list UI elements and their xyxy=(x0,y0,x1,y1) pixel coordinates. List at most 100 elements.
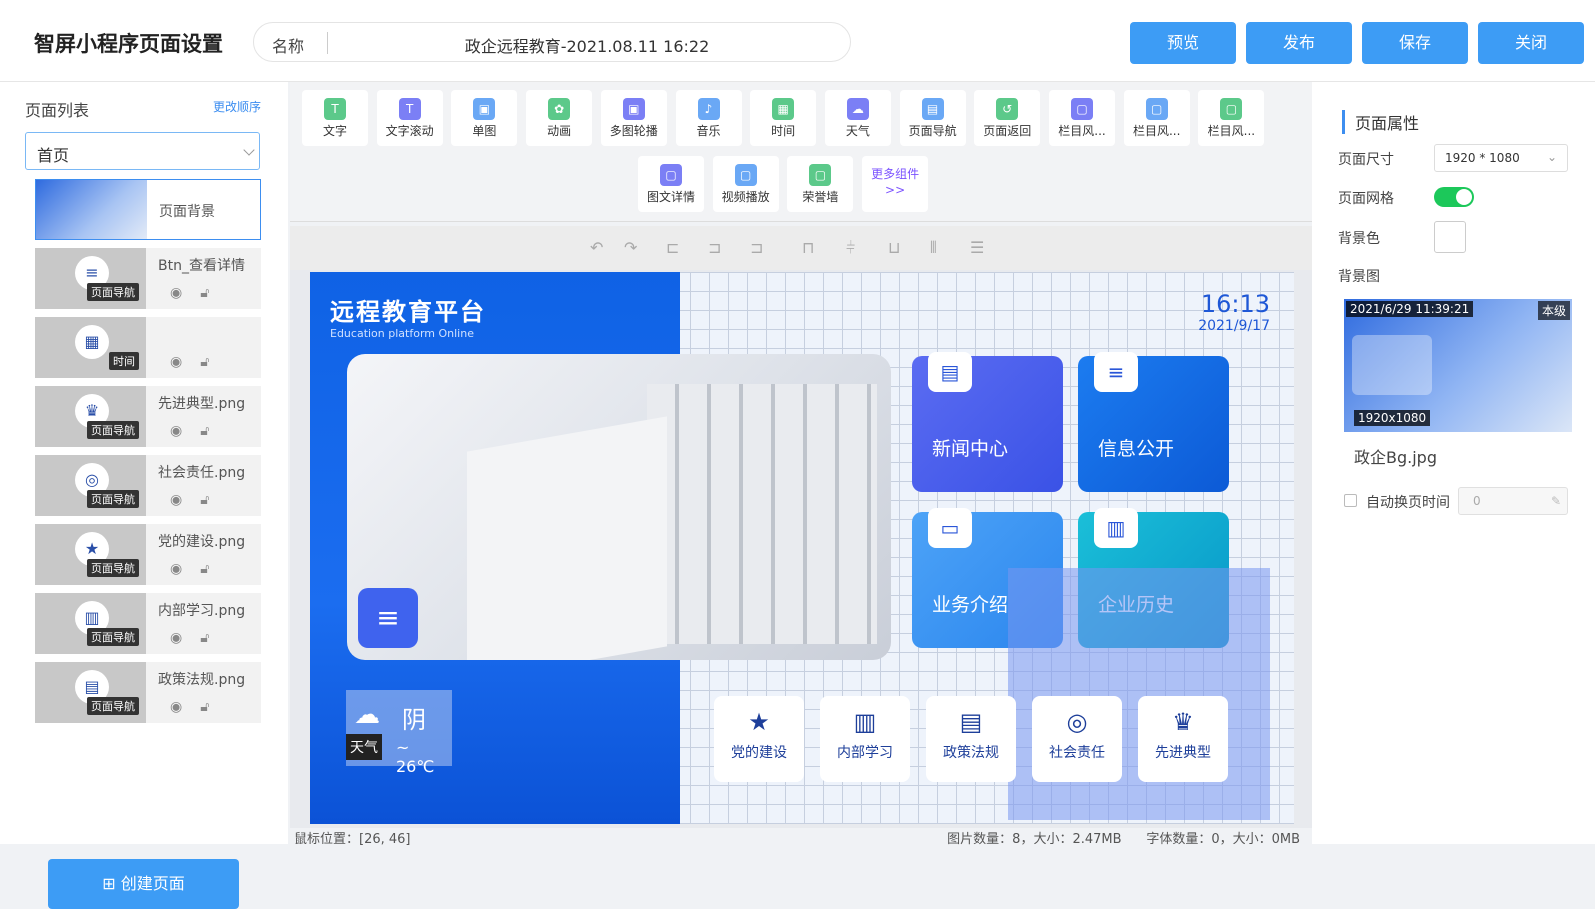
nav-item-label: 社会责任 xyxy=(1049,745,1105,761)
chevron-down-icon xyxy=(243,144,255,156)
layer-item[interactable]: 页面背景 xyxy=(35,179,261,240)
component-11[interactable]: ▢ 栏目风... xyxy=(1123,90,1190,146)
page-properties-panel: 页面属性 页面尺寸 1920 * 1080 ⌄ 页面网格 背景色 背景图 2021… xyxy=(1312,82,1595,844)
component-icon: ↺ xyxy=(996,98,1019,120)
undo-icon[interactable]: ↶ xyxy=(590,238,603,257)
component-2[interactable]: ▣ 单图 xyxy=(451,90,518,146)
time-text: 16:13 xyxy=(1200,290,1270,318)
component-12[interactable]: ▢ 栏目风... xyxy=(1198,90,1265,146)
align-top-icon[interactable]: ⊓ xyxy=(802,238,814,257)
component-15[interactable]: ▢ 荣誉墙 xyxy=(787,156,854,212)
grid-toggle[interactable] xyxy=(1434,187,1474,207)
layer-item[interactable]: ▦ 时间 ◉ 🔓︎ xyxy=(35,317,261,378)
bottom-nav-item[interactable]: ▤ 政策法规 xyxy=(926,696,1016,782)
component-14[interactable]: ▢ 视频播放 xyxy=(712,156,779,212)
details-button-icon[interactable]: ≡ xyxy=(358,588,418,648)
component-16[interactable]: 更多组件>> xyxy=(862,156,929,212)
layer-item[interactable]: ♛ 页面导航 先进典型.png ◉ 🔓︎ xyxy=(35,386,261,447)
lock-icon[interactable]: 🔓︎ xyxy=(200,561,209,577)
component-3[interactable]: ✿ 动画 xyxy=(526,90,593,146)
component-13[interactable]: ▢ 图文详情 xyxy=(638,156,704,212)
bgimage-label: 背景图 xyxy=(1338,269,1380,285)
layer-item[interactable]: ▤ 页面导航 政策法规.png ◉ 🔓︎ xyxy=(35,662,261,723)
page-name-field[interactable]: 名称 政企远程教育-2021.08.11 16:22 xyxy=(253,22,851,62)
component-icon: T xyxy=(324,98,346,120)
grid-label: 页面网格 xyxy=(1338,191,1394,207)
distribute-h-icon[interactable]: ⫴ xyxy=(930,238,937,258)
temp-text: ~ 26℃ xyxy=(396,738,435,776)
component-5[interactable]: ♪ 音乐 xyxy=(675,90,742,146)
tile-icon: ≡ xyxy=(1094,352,1138,392)
lock-icon[interactable]: 🔓︎ xyxy=(200,699,209,715)
component-1[interactable]: T 文字滚动 xyxy=(376,90,443,146)
nav-tile[interactable]: ▤ 新闻中心 xyxy=(912,352,1063,492)
component-7[interactable]: ☁ 天气 xyxy=(824,90,891,146)
reorder-link[interactable]: 更改顺序 xyxy=(213,98,261,115)
lock-icon[interactable]: 🔓︎ xyxy=(200,492,209,508)
bottom-nav-item[interactable]: ♛ 先进典型 xyxy=(1138,696,1228,782)
bottom-nav-item[interactable]: ★ 党的建设 xyxy=(714,696,804,782)
bottom-nav-item[interactable]: ▥ 内部学习 xyxy=(820,696,910,782)
nav-item-label: 内部学习 xyxy=(837,745,893,761)
eye-icon[interactable]: ◉ xyxy=(170,699,182,715)
distribute-v-icon[interactable]: ☰ xyxy=(970,238,984,257)
component-label: 更多组件>> xyxy=(871,167,920,197)
page-name-input[interactable]: 政企远程教育-2021.08.11 16:22 xyxy=(344,33,830,57)
page-select[interactable]: 首页 xyxy=(25,132,260,170)
mouse-position: 鼠标位置：[26, 46] xyxy=(294,832,411,847)
publish-button[interactable]: 发布 xyxy=(1246,22,1352,64)
eye-icon[interactable]: ◉ xyxy=(170,285,182,301)
layer-item[interactable]: ≡ 页面导航 Btn_查看详情 ◉ 🔓︎ xyxy=(35,248,261,309)
nav-tile[interactable]: ≡ 信息公开 xyxy=(1078,352,1229,492)
lock-icon[interactable]: 🔓︎ xyxy=(200,630,209,646)
component-label: 荣誉墙 xyxy=(802,190,839,204)
page-size-select[interactable]: 1920 * 1080 ⌄ xyxy=(1434,144,1568,172)
component-9[interactable]: ↺ 页面返回 xyxy=(974,90,1041,146)
eye-icon[interactable]: ◉ xyxy=(170,492,182,508)
component-icon: T xyxy=(398,98,421,120)
align-bottom-icon[interactable]: ⊔ xyxy=(888,238,900,257)
component-6[interactable]: ▦ 时间 xyxy=(750,90,817,146)
redo-icon[interactable]: ↷ xyxy=(624,238,637,257)
component-label: 栏目风... xyxy=(1207,124,1256,138)
bgcolor-picker[interactable] xyxy=(1434,221,1466,253)
bottom-nav-item[interactable]: ◎ 社会责任 xyxy=(1032,696,1122,782)
align-left-icon[interactable]: ⊏ xyxy=(666,238,679,257)
create-page-button[interactable]: ⊞ 创建页面 xyxy=(48,859,239,909)
lock-icon[interactable]: 🔓︎ xyxy=(200,354,209,370)
layer-type-tag: 页面导航 xyxy=(87,490,139,508)
align-middle-icon[interactable]: ⫩ xyxy=(846,238,855,258)
align-center-icon[interactable]: ⊐ xyxy=(708,238,721,257)
component-0[interactable]: T 文字 xyxy=(302,90,368,146)
chevron-down-icon: ⌄ xyxy=(1546,150,1557,164)
layer-item[interactable]: ▥ 页面导航 内部学习.png ◉ 🔓︎ xyxy=(35,593,261,654)
eye-icon[interactable]: ◉ xyxy=(170,561,182,577)
component-4[interactable]: ▣ 多图轮播 xyxy=(600,90,667,146)
eye-icon[interactable]: ◉ xyxy=(170,354,182,370)
component-10[interactable]: ▢ 栏目风... xyxy=(1049,90,1115,146)
layer-item[interactable]: ◎ 页面导航 社会责任.png ◉ 🔓︎ xyxy=(35,455,261,516)
eye-icon[interactable]: ◉ xyxy=(170,423,182,439)
design-canvas[interactable]: 远程教育平台 Education platform Online 16:13 2… xyxy=(310,272,1294,824)
close-button[interactable]: 关闭 xyxy=(1478,22,1584,64)
component-icon: ▢ xyxy=(1145,98,1168,120)
nav-item-icon: ♛ xyxy=(1172,708,1194,736)
time-widget[interactable]: 16:13 2021/9/17 xyxy=(1150,290,1270,334)
lock-icon[interactable]: 🔓︎ xyxy=(200,285,209,301)
component-icon: ▤ xyxy=(921,98,944,120)
component-label: 页面导航 xyxy=(908,124,957,138)
align-right-icon[interactable]: ⊐ xyxy=(750,238,763,257)
weather-widget[interactable]: ☁ 阴 ~ 26℃ 天气 xyxy=(346,690,452,776)
save-button[interactable]: 保存 xyxy=(1362,22,1468,64)
page-list-sidebar: 页面列表 更改顺序 首页 页面背景 ≡ 页面导航 Btn_查看详情 ◉ 🔓︎ ▦ 时间 ◉ 🔓︎ ♛… xyxy=(0,82,288,909)
layer-item[interactable]: ★ 页面导航 党的建设.png ◉ 🔓︎ xyxy=(35,524,261,585)
lock-icon[interactable]: 🔓︎ xyxy=(200,423,209,439)
auto-page-time-input[interactable]: 0 ✎ xyxy=(1458,487,1568,515)
eye-icon[interactable]: ◉ xyxy=(170,630,182,646)
building-image[interactable] xyxy=(347,354,891,660)
component-label: 视频播放 xyxy=(721,190,770,204)
preview-button[interactable]: 预览 xyxy=(1130,22,1236,64)
component-8[interactable]: ▤ 页面导航 xyxy=(899,90,966,146)
auto-page-checkbox[interactable] xyxy=(1344,494,1357,507)
bgimage-thumbnail[interactable]: 2021/6/29 11:39:21 本级 1920x1080 xyxy=(1344,299,1572,432)
